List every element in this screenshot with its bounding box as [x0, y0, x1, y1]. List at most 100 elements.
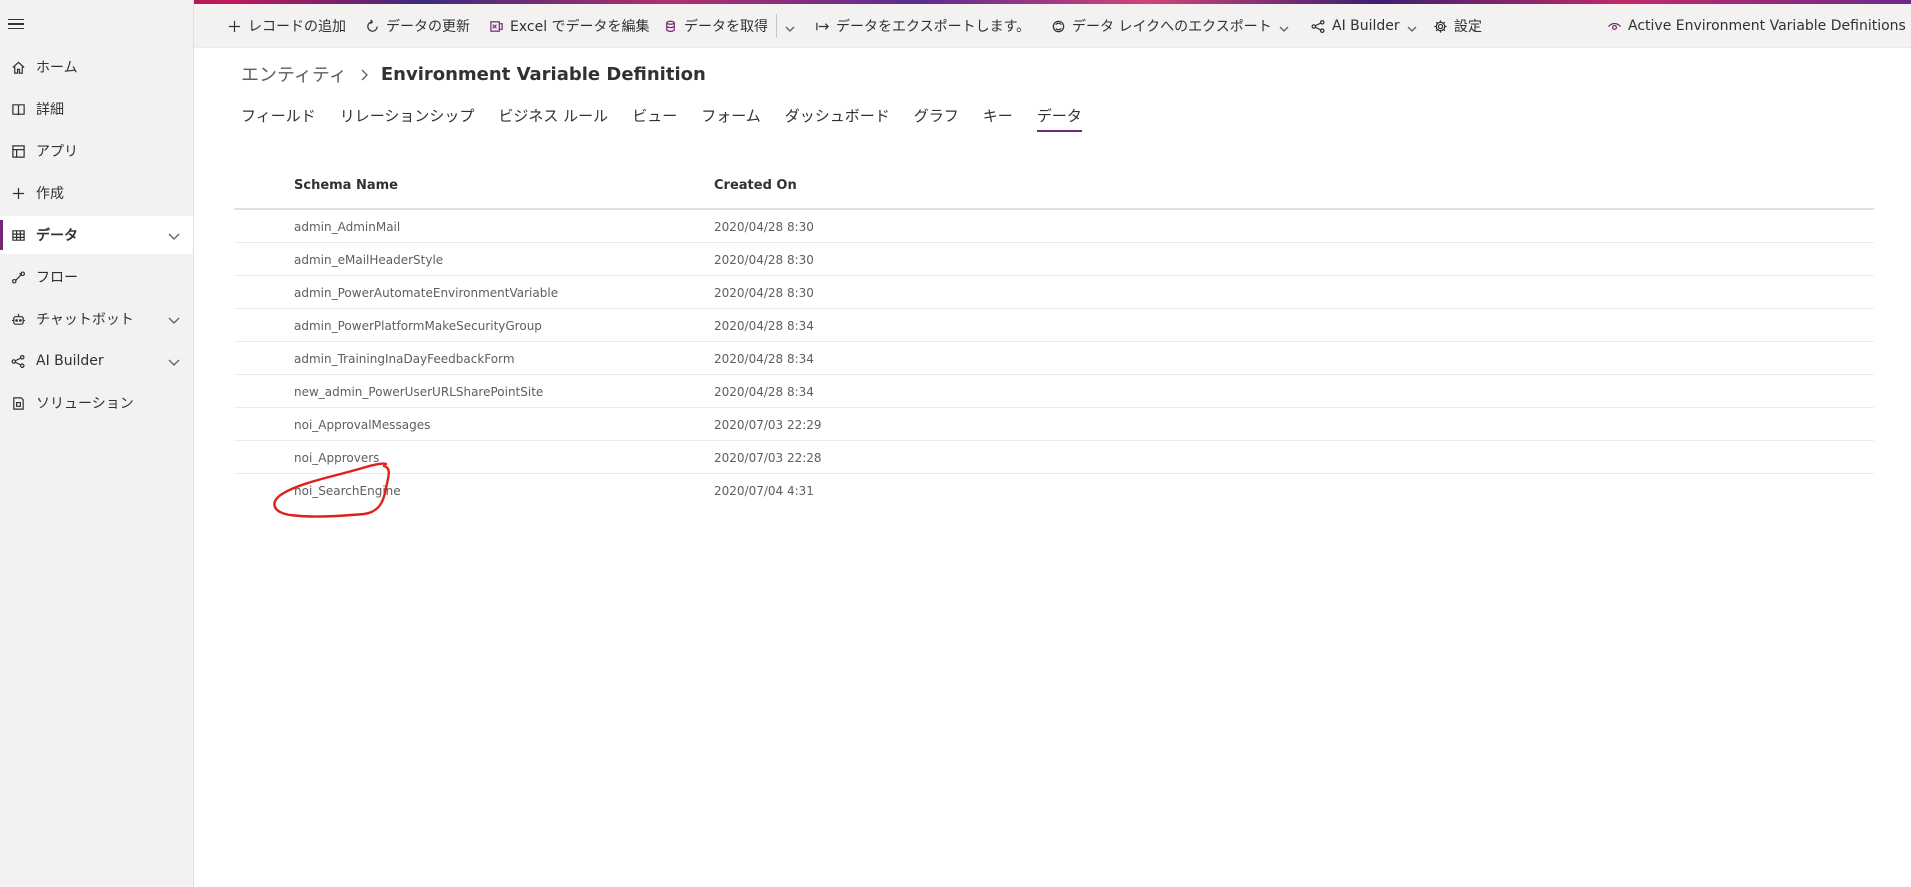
excel-edit-label: Excel でデータを編集 — [510, 19, 650, 35]
settings-label: 設定 — [1454, 19, 1482, 35]
refresh-icon — [364, 18, 380, 34]
chevron-right-icon — [357, 67, 371, 81]
get-data-dropdown[interactable] — [784, 4, 796, 48]
created-on-cell: 2020/04/28 8:30 — [714, 253, 814, 267]
tab-charts[interactable]: グラフ — [902, 104, 971, 132]
chevron-down-icon — [1406, 20, 1418, 32]
get-data-button[interactable]: データを取得 — [662, 4, 768, 48]
toolbar-divider — [776, 14, 777, 38]
ai-builder-label: AI Builder — [1332, 18, 1400, 34]
schema-name-cell: noi_ApprovalMessages — [294, 418, 431, 432]
schema-name-cell: admin_eMailHeaderStyle — [294, 253, 444, 267]
sidebar-item-solutions[interactable]: ソリューション — [0, 384, 193, 422]
tab-dashboards[interactable]: ダッシュボード — [773, 104, 902, 132]
add-record-button[interactable]: レコードの追加 — [226, 4, 346, 48]
table-row[interactable]: noi_SearchEngine 2020/07/04 4:31 — [234, 474, 1874, 507]
chevron-down-icon[interactable] — [167, 312, 181, 326]
solution-icon — [10, 395, 26, 411]
sidebar-item-label: ホーム — [36, 60, 78, 76]
sidebar-item-label: データ — [36, 228, 78, 244]
entity-tabs: フィールド リレーションシップ ビジネス ルール ビュー フォーム ダッシュボー… — [241, 104, 1094, 136]
grid-header-row: Schema Name Created On — [234, 170, 1874, 210]
sidebar-item-label: ソリューション — [36, 396, 134, 412]
chevron-down-icon — [1278, 20, 1290, 32]
datalake-icon — [1050, 18, 1066, 34]
table-icon — [10, 227, 26, 243]
excel-icon — [488, 18, 504, 34]
sidebar-item-home[interactable]: ホーム — [0, 48, 193, 86]
column-header-created-on[interactable]: Created On — [714, 178, 797, 193]
export-datalake-label: データ レイクへのエクスポート — [1072, 19, 1272, 35]
schema-name-cell: new_admin_PowerUserURLSharePointSite — [294, 385, 544, 399]
view-selector-label: Active Environment Variable Definitions — [1628, 18, 1906, 34]
sidebar-item-label: 詳細 — [36, 102, 64, 118]
plus-icon — [226, 18, 242, 34]
add-record-label: レコードの追加 — [248, 19, 346, 35]
created-on-cell: 2020/04/28 8:34 — [714, 352, 814, 366]
breadcrumb: エンティティ Environment Variable Definition — [241, 60, 706, 88]
created-on-cell: 2020/04/28 8:34 — [714, 319, 814, 333]
export-data-button[interactable]: データをエクスポートします。 — [814, 4, 1030, 48]
bot-icon — [10, 311, 26, 327]
table-row[interactable]: noi_Approvers 2020/07/03 22:28 — [234, 441, 1874, 474]
plus-icon — [10, 185, 26, 201]
sidebar-item-flow[interactable]: フロー — [0, 258, 193, 296]
ai-builder-icon — [10, 353, 26, 369]
tab-business-rules[interactable]: ビジネス ルール — [486, 104, 620, 132]
column-header-schema-name[interactable]: Schema Name — [294, 178, 398, 193]
sidebar-item-ai-builder[interactable]: AI Builder — [0, 342, 193, 380]
sidebar-item-label: アプリ — [36, 144, 78, 160]
chevron-down-icon[interactable] — [167, 354, 181, 368]
left-nav: ホーム 詳細 アプリ 作成 データ フロー チャットボット AI Builder… — [0, 0, 194, 887]
tab-relationships[interactable]: リレーションシップ — [328, 104, 487, 132]
tab-fields[interactable]: フィールド — [241, 104, 328, 132]
hamburger-menu-icon[interactable] — [8, 14, 28, 34]
apps-icon — [10, 143, 26, 159]
data-grid: Schema Name Created On admin_AdminMail 2… — [234, 170, 1874, 507]
created-on-cell: 2020/04/28 8:30 — [714, 286, 814, 300]
schema-name-cell: admin_TrainingInaDayFeedbackForm — [294, 352, 515, 366]
table-row[interactable]: admin_eMailHeaderStyle 2020/04/28 8:30 — [234, 243, 1874, 276]
sidebar-item-chatbot[interactable]: チャットボット — [0, 300, 193, 338]
tab-data[interactable]: データ — [1025, 104, 1094, 132]
sidebar-item-create[interactable]: 作成 — [0, 174, 193, 212]
excel-edit-button[interactable]: Excel でデータを編集 — [488, 4, 650, 48]
table-row[interactable]: noi_ApprovalMessages 2020/07/03 22:29 — [234, 408, 1874, 441]
table-row[interactable]: admin_PowerPlatformMakeSecurityGroup 202… — [234, 309, 1874, 342]
tab-keys[interactable]: キー — [971, 104, 1025, 132]
chevron-down-icon[interactable] — [167, 228, 181, 242]
table-row[interactable]: admin_AdminMail 2020/04/28 8:30 — [234, 210, 1874, 243]
database-icon — [662, 18, 678, 34]
created-on-cell: 2020/04/28 8:30 — [714, 220, 814, 234]
flow-icon — [10, 269, 26, 285]
view-selector[interactable]: Active Environment Variable Definitions — [1606, 4, 1911, 48]
sidebar-item-apps[interactable]: アプリ — [0, 132, 193, 170]
sidebar-item-label: 作成 — [36, 186, 64, 202]
page-title: Environment Variable Definition — [380, 63, 706, 85]
export-arrow-icon — [814, 18, 830, 34]
ai-builder-button[interactable]: AI Builder — [1310, 4, 1418, 48]
table-row[interactable]: admin_PowerAutomateEnvironmentVariable 2… — [234, 276, 1874, 309]
chevron-down-icon — [784, 20, 796, 32]
schema-name-cell: admin_AdminMail — [294, 220, 401, 234]
created-on-cell: 2020/07/04 4:31 — [714, 484, 814, 498]
sidebar-item-label: AI Builder — [36, 353, 104, 369]
schema-name-cell: noi_SearchEngine — [294, 484, 401, 498]
command-bar: レコードの追加 データの更新 Excel でデータを編集 データを取得 データを… — [194, 4, 1911, 48]
table-row[interactable]: new_admin_PowerUserURLSharePointSite 202… — [234, 375, 1874, 408]
tab-forms[interactable]: フォーム — [689, 104, 773, 132]
settings-button[interactable]: 設定 — [1432, 4, 1482, 48]
table-row[interactable]: admin_TrainingInaDayFeedbackForm 2020/04… — [234, 342, 1874, 375]
breadcrumb-entities-link[interactable]: エンティティ — [241, 61, 347, 87]
eye-icon — [1606, 18, 1622, 34]
sidebar-item-label: フロー — [36, 270, 78, 286]
refresh-button[interactable]: データの更新 — [364, 4, 470, 48]
schema-name-cell: admin_PowerAutomateEnvironmentVariable — [294, 286, 559, 300]
schema-name-cell: admin_PowerPlatformMakeSecurityGroup — [294, 319, 542, 333]
sidebar-item-learn[interactable]: 詳細 — [0, 90, 193, 128]
created-on-cell: 2020/07/03 22:29 — [714, 418, 822, 432]
sidebar-item-data[interactable]: データ — [0, 216, 193, 254]
refresh-label: データの更新 — [386, 19, 470, 35]
export-datalake-button[interactable]: データ レイクへのエクスポート — [1050, 4, 1290, 48]
tab-views[interactable]: ビュー — [620, 104, 689, 132]
